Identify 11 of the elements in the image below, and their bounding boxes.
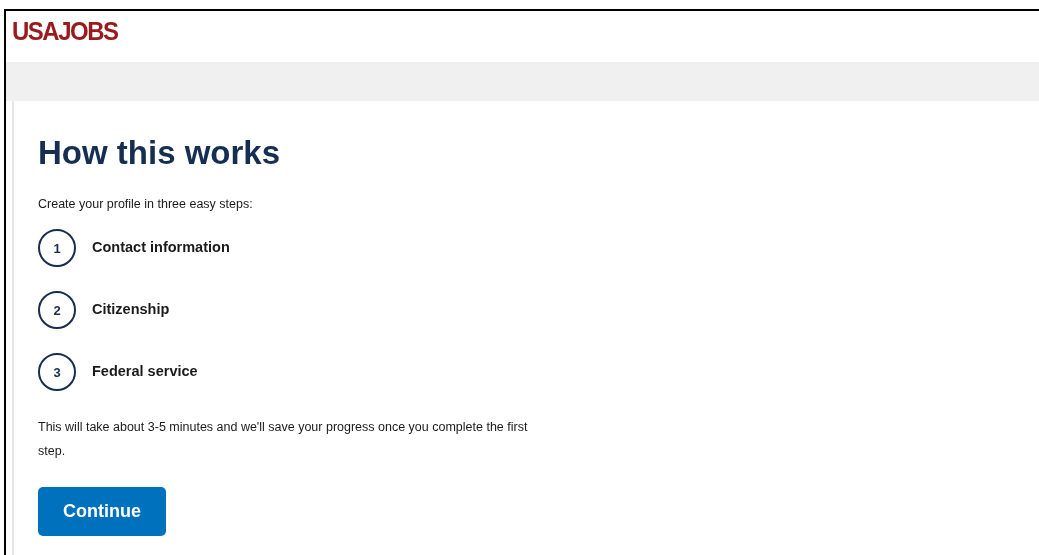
step-number: 3 xyxy=(38,353,76,392)
continue-button[interactable]: Continue xyxy=(38,487,166,537)
page-title: How this works xyxy=(38,133,282,173)
step-label: Citizenship xyxy=(92,300,170,320)
logo[interactable]: USAJOBS xyxy=(12,17,118,45)
step-number: 2 xyxy=(38,291,76,330)
info-text: This will take about 3-5 minutes and we'll save your progress once you complete the first step. xyxy=(38,419,529,461)
step-number: 1 xyxy=(38,229,76,268)
intro-text: Create your profile in three easy steps: xyxy=(38,195,254,213)
step-label: Contact information xyxy=(92,238,230,258)
step-label: Federal service xyxy=(92,362,198,382)
